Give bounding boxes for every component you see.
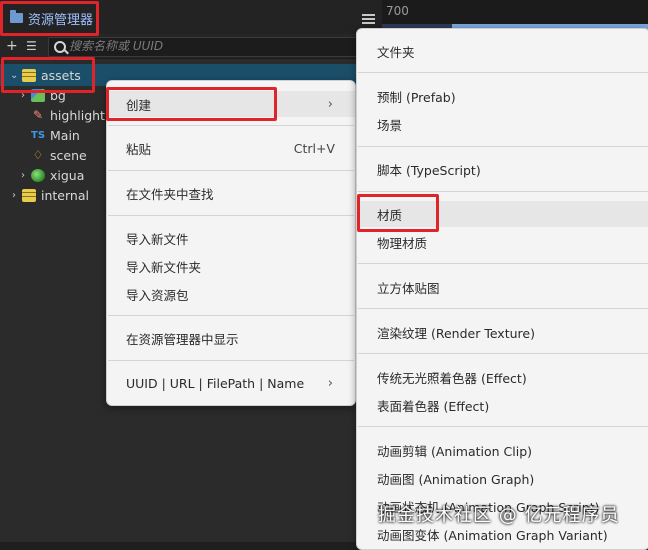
menu-item-label: 表面着色器 (Effect) xyxy=(377,398,490,414)
menu-item-reveal-in-explorer[interactable]: 在资源管理器中显示 xyxy=(107,325,355,351)
menu-item-label: 粘贴 xyxy=(126,141,152,157)
menu-item-label: 在资源管理器中显示 xyxy=(126,331,239,347)
menu-item-label: 在文件夹中查找 xyxy=(126,186,214,202)
tree-item-label: scene xyxy=(50,147,87,163)
menu-item-label: 传统无光照着色器 (Effect) xyxy=(377,370,527,386)
tree-item-label: internal xyxy=(41,187,89,203)
tree-item-label: assets xyxy=(41,67,81,83)
menu-item-label: 创建 xyxy=(126,97,152,113)
chevron-right-icon[interactable]: › xyxy=(19,90,27,101)
menu-item-label: 材质 xyxy=(377,207,403,223)
menu-item-label: 脚本 (TypeScript) xyxy=(377,162,481,178)
database-icon xyxy=(22,188,36,202)
add-icon[interactable]: + xyxy=(6,38,18,54)
menu-item-render-texture[interactable]: 渲染纹理 (Render Texture) xyxy=(357,319,648,345)
menu-item-legacy-unlit-effect[interactable]: 传统无光照着色器 (Effect) xyxy=(357,364,648,390)
folder-icon xyxy=(10,10,23,23)
menu-item-find-in-folder[interactable]: 在文件夹中查找 xyxy=(107,180,355,206)
menu-item-label: 动画图变体 (Animation Graph Variant) xyxy=(377,527,608,543)
scene-icon: ♢ xyxy=(32,147,44,162)
menu-item-label: 渲染纹理 (Render Texture) xyxy=(377,325,535,341)
chevron-right-icon: › xyxy=(327,375,333,391)
scene-ruler: 700 xyxy=(382,0,648,24)
panel-toolbar: + ☰ xyxy=(0,34,382,59)
search-input[interactable] xyxy=(69,39,369,53)
menu-item-label: 动画图 (Animation Graph) xyxy=(377,471,535,487)
menu-item-label: 动画剪辑 (Animation Clip) xyxy=(377,443,533,459)
menu-item-import-folder[interactable]: 导入新文件夹 xyxy=(107,253,355,279)
tree-item-label: highlight xyxy=(50,107,105,123)
tree-item-label: bg xyxy=(50,87,66,103)
create-submenu: 文件夹 预制 (Prefab) 场景 脚本 (TypeScript) 材质 物理… xyxy=(356,28,648,550)
menu-item-material[interactable]: 材质 xyxy=(357,201,648,227)
menu-item-scene[interactable]: 场景 xyxy=(357,111,648,137)
menu-item-animation-clip[interactable]: 动画剪辑 (Animation Clip) xyxy=(357,437,648,463)
menu-item-paste[interactable]: 粘贴 Ctrl+V xyxy=(107,135,355,161)
shortcut-label: Ctrl+V xyxy=(293,140,335,156)
menu-item-label: 场景 xyxy=(377,117,403,133)
tree-item-label: Main xyxy=(50,127,80,143)
menu-item-surface-effect[interactable]: 表面着色器 (Effect) xyxy=(357,392,648,418)
watermark-text: 掘金技术社区 @ 亿元程序员 xyxy=(378,505,620,526)
chevron-right-icon[interactable]: › xyxy=(19,170,27,181)
menu-item-prefab[interactable]: 预制 (Prefab) xyxy=(357,83,648,109)
watermelon-icon xyxy=(31,168,45,182)
menu-item-physics-material[interactable]: 物理材质 xyxy=(357,229,648,255)
menu-item-import-package[interactable]: 导入资源包 xyxy=(107,281,355,307)
asset-manager-tab[interactable]: 资源管理器 xyxy=(2,4,101,32)
chevron-right-icon[interactable]: › xyxy=(10,190,18,201)
menu-item-animation-graph[interactable]: 动画图 (Animation Graph) xyxy=(357,465,648,491)
menu-item-label: UUID | URL | FilePath | Name xyxy=(126,375,305,391)
menu-item-script[interactable]: 脚本 (TypeScript) xyxy=(357,156,648,182)
chevron-down-icon[interactable]: ⌄ xyxy=(10,70,18,81)
menu-item-folder[interactable]: 文件夹 xyxy=(357,38,648,64)
context-menu: 创建 › 粘贴 Ctrl+V 在文件夹中查找 导入新文件 导入新文件夹 导入资源… xyxy=(106,80,356,406)
menu-item-import-file[interactable]: 导入新文件 xyxy=(107,225,355,251)
tree-item-label: xigua xyxy=(50,167,85,183)
highlight-icon: ✎ xyxy=(32,107,44,122)
ruler-value: 700 xyxy=(386,4,409,18)
typescript-icon: TS xyxy=(31,129,46,141)
sort-icon[interactable]: ☰ xyxy=(26,38,37,54)
menu-item-cubemap[interactable]: 立方体贴图 xyxy=(357,274,648,300)
database-icon xyxy=(22,68,36,82)
menu-item-label: 导入资源包 xyxy=(126,287,189,303)
menu-item-label: 立方体贴图 xyxy=(377,280,440,296)
panel-menu-icon[interactable] xyxy=(362,14,375,24)
menu-item-label: 导入新文件夹 xyxy=(126,259,202,275)
menu-item-label: 文件夹 xyxy=(377,44,415,60)
chevron-right-icon: › xyxy=(327,96,333,112)
panel-title: 资源管理器 xyxy=(28,12,94,28)
search-icon xyxy=(54,41,66,53)
menu-item-label: 导入新文件 xyxy=(126,231,189,247)
panel-titlebar: 资源管理器 xyxy=(0,0,382,34)
menu-item-label: 预制 (Prefab) xyxy=(377,89,456,105)
image-icon xyxy=(31,88,45,102)
menu-item-copy-identifier[interactable]: UUID | URL | FilePath | Name › xyxy=(107,370,355,396)
search-box xyxy=(48,37,380,57)
menu-item-label: 物理材质 xyxy=(377,235,428,251)
menu-item-create[interactable]: 创建 › xyxy=(107,91,355,117)
